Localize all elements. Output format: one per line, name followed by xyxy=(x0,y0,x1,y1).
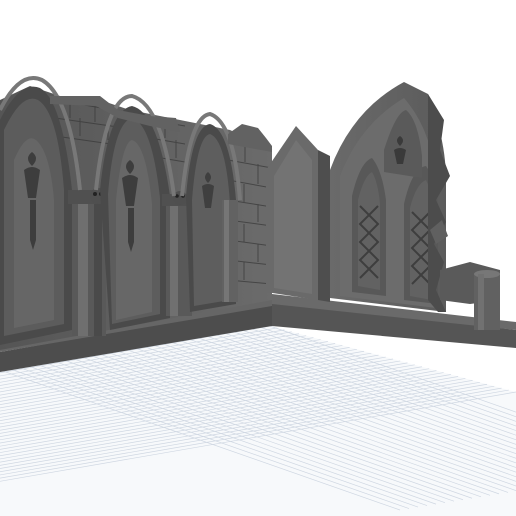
pillar-3 xyxy=(222,200,238,302)
3d-viewport[interactable] xyxy=(0,0,516,516)
right-gothic-wall xyxy=(266,82,500,330)
scene-render xyxy=(0,76,516,516)
gothic-panel-left xyxy=(266,126,330,302)
